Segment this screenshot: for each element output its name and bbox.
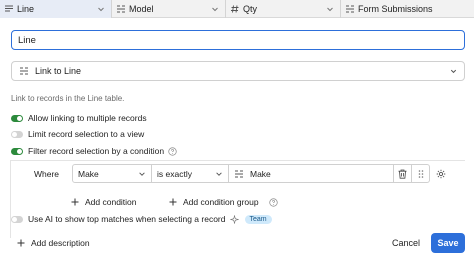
field-type-label: Link to Line [35,66,82,76]
field-help-text: Link to records in the Line table. [11,94,125,103]
field-config-dialog: Line Link to Line Link to records in the… [0,18,474,264]
add-description-label: Add description [31,238,90,248]
column-header-qty[interactable]: Qty [226,0,341,18]
link-field-icon [234,169,244,179]
add-condition-label: Add condition [85,197,137,207]
plus-icon [169,198,177,206]
link-field-icon [345,4,355,14]
option-label: Use AI to show top matches when selectin… [28,214,226,224]
option-label: Filter record selection by a condition [28,146,165,156]
plan-badge: Team [244,214,272,224]
condition-value-select[interactable]: Make [228,164,394,183]
chevron-down-icon[interactable] [325,4,335,14]
cancel-button[interactable]: Cancel [386,234,426,252]
field-name-input[interactable]: Line [11,30,465,50]
column-header-model[interactable]: Model [112,0,226,18]
help-icon[interactable] [168,146,177,156]
option-filter-by-condition[interactable]: Filter record selection by a condition [11,145,177,157]
link-field-icon [116,4,126,14]
toggle-switch[interactable] [11,215,23,223]
column-header-line[interactable]: Line [0,0,112,18]
add-condition-button[interactable]: Add condition [71,197,137,207]
column-label: Line [17,4,35,14]
option-label: Allow linking to multiple records [28,113,147,123]
add-condition-group-label: Add condition group [183,197,259,207]
column-header-form-submissions[interactable]: Form Submissions [341,0,474,18]
drag-handle[interactable] [411,164,430,183]
condition-operator-select[interactable]: is exactly [151,164,229,183]
toggle-switch[interactable] [11,114,23,122]
plus-icon [17,239,25,247]
condition-field-select[interactable]: Make [72,164,152,183]
long-text-icon [4,4,14,14]
link-field-icon [19,66,29,76]
option-label: Limit record selection to a view [28,129,145,139]
column-label: Model [129,4,154,14]
chevron-down-icon[interactable] [210,4,220,14]
column-label: Form Submissions [358,4,433,14]
column-label: Qty [243,4,258,14]
chevron-down-icon [449,67,458,76]
condition-operator-value: is exactly [157,168,192,179]
field-type-select[interactable]: Link to Line [11,61,465,81]
trash-icon [398,169,407,179]
condition-field-value: Make [78,168,99,179]
number-icon [230,4,240,14]
save-button[interactable]: Save [431,233,465,253]
sparkle-icon [229,214,239,224]
where-label: Where [34,169,60,179]
delete-condition-button[interactable] [393,164,412,183]
option-limit-to-view[interactable]: Limit record selection to a view [11,128,144,140]
condition-value-value: Make [250,168,271,179]
chevron-down-icon [215,170,223,178]
chevron-down-icon [138,170,146,178]
add-condition-group-button[interactable]: Add condition group [169,197,278,207]
plus-icon [71,198,79,206]
toggle-switch[interactable] [11,130,23,138]
help-icon[interactable] [268,197,278,207]
chevron-down-icon[interactable] [96,4,106,14]
field-name-value: Line [18,34,36,46]
option-allow-multiple[interactable]: Allow linking to multiple records [11,112,147,124]
condition-builder: Where Make is exactly Make Add condition… [10,160,465,238]
option-ai-matches[interactable]: Use AI to show top matches when selectin… [11,214,272,224]
toggle-switch[interactable] [11,147,23,155]
drag-handle-icon [418,169,424,179]
add-description-button[interactable]: Add description [17,238,90,248]
gear-icon[interactable] [436,169,446,179]
column-header-strip: Line Model Qty Form Submissions [0,0,474,18]
